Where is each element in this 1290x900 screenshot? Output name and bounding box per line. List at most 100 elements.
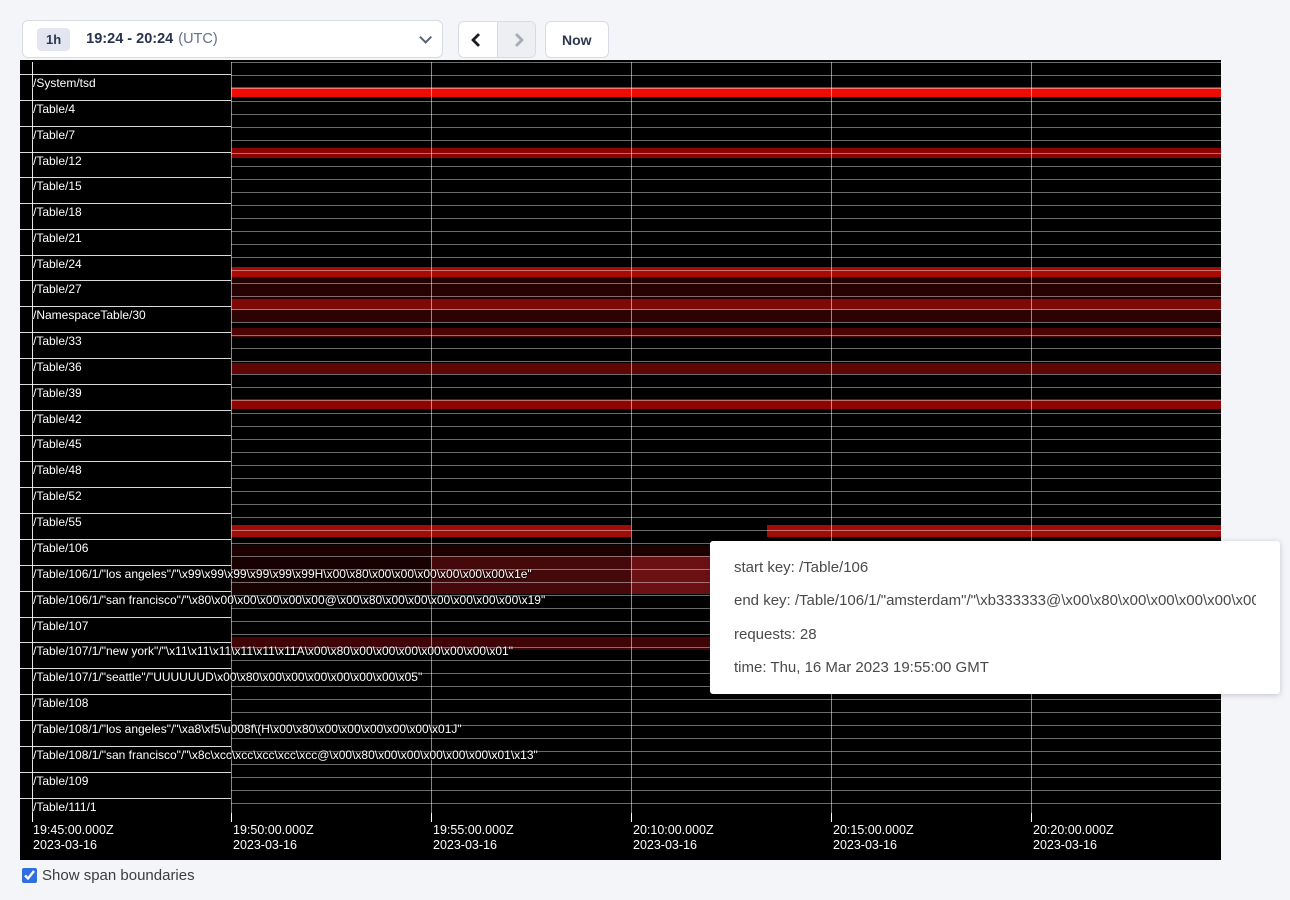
axis-label-time: 20:15:00.000Z <box>833 823 914 838</box>
span-boundary-line <box>20 203 231 204</box>
axis-label-time: 19:45:00.000Z <box>33 823 114 838</box>
row-label: /Table/107 <box>33 620 88 632</box>
axis-label-date: 2023-03-16 <box>633 838 714 853</box>
span-boundary-line <box>231 439 1221 440</box>
span-boundary-line <box>20 152 231 153</box>
span-boundary-line <box>231 322 1221 323</box>
row-label: /Table/106/1/"los angeles"/"\x99\x99\x99… <box>33 568 532 580</box>
row-label: /Table/4 <box>33 103 75 115</box>
span-boundary-line <box>20 746 231 747</box>
row-label: /Table/107/1/"new york"/"\x11\x11\x11\x1… <box>33 645 513 657</box>
span-boundary-line <box>231 192 1221 193</box>
span-boundary-line <box>231 309 1221 310</box>
tooltip-requests: requests: 28 <box>734 626 1256 643</box>
axis-label: 20:15:00.000Z2023-03-16 <box>833 823 914 853</box>
span-boundary-line <box>231 478 1221 479</box>
axis-label: 20:20:00.000Z2023-03-16 <box>1033 823 1114 853</box>
row-label: /Table/108/1/"los angeles"/"\xa8\xf5\u00… <box>33 723 462 735</box>
span-boundary-line <box>20 126 231 127</box>
span-boundary-line <box>231 231 1221 232</box>
span-boundary-line <box>231 400 1221 401</box>
axis-label-date: 2023-03-16 <box>1033 838 1114 853</box>
row-label: /Table/45 <box>33 438 82 450</box>
footer: Show span boundaries <box>22 867 195 884</box>
now-button[interactable]: Now <box>545 21 609 58</box>
span-tooltip: start key: /Table/106 end key: /Table/10… <box>710 541 1280 694</box>
span-boundary-line <box>20 435 231 436</box>
axis-tick <box>831 813 832 822</box>
axis-label: 19:50:00.000Z2023-03-16 <box>233 823 314 853</box>
span-boundary-line <box>231 348 1221 349</box>
axis-label-time: 19:55:00.000Z <box>433 823 514 838</box>
axis-label: 19:45:00.000Z2023-03-16 <box>33 823 114 853</box>
span-boundary-line <box>20 461 231 462</box>
span-boundary-line <box>231 283 1221 284</box>
span-boundary-line <box>231 374 1221 375</box>
span-boundary-line <box>20 177 231 178</box>
span-boundary-line <box>231 62 1221 63</box>
tooltip-time: time: Thu, 16 Mar 2023 19:55:00 GMT <box>734 659 1256 676</box>
tooltip-end-key: end key: /Table/106/1/"amsterdam"/"\xb33… <box>734 592 1256 609</box>
span-boundary-line <box>20 487 231 488</box>
span-boundary-line <box>231 179 1221 180</box>
span-boundary-line <box>231 296 1221 297</box>
span-boundary-line <box>20 255 231 256</box>
range-text: 19:24 - 20:24 <box>86 31 173 47</box>
row-label: /Table/24 <box>33 258 82 270</box>
grid-line-vertical <box>431 62 432 815</box>
axis-label-date: 2023-03-16 <box>833 838 914 853</box>
span-boundary-line <box>231 335 1221 336</box>
span-boundary-line <box>20 668 231 669</box>
span-boundary-line <box>20 694 231 695</box>
span-boundary-line <box>231 491 1221 492</box>
grid-line-vertical <box>631 62 632 815</box>
span-boundary-line <box>231 712 1221 713</box>
next-range-button[interactable] <box>497 22 535 57</box>
span-boundary-line <box>231 361 1221 362</box>
span-boundary-line <box>20 539 231 540</box>
row-label: /Table/106 <box>33 542 88 554</box>
row-label: /Table/48 <box>33 464 82 476</box>
grid-line-vertical <box>231 62 232 815</box>
grid-line-vertical <box>831 62 832 815</box>
heat-band <box>231 310 1221 322</box>
show-span-boundaries-label: Show span boundaries <box>42 867 195 884</box>
heat-band <box>767 525 1221 537</box>
span-boundary-line <box>20 384 231 385</box>
span-boundary-line <box>231 790 1221 791</box>
row-label: /Table/111/1 <box>33 801 97 813</box>
axis-label-date: 2023-03-16 <box>433 838 514 853</box>
chevron-down-icon <box>419 31 432 44</box>
key-visualizer-canvas[interactable]: /System/tsd/Table/4/Table/7/Table/12/Tab… <box>20 60 1221 860</box>
axis-tick <box>431 813 432 822</box>
span-boundary-line <box>231 517 1221 518</box>
span-boundary-line <box>20 720 231 721</box>
axis-label: 19:55:00.000Z2023-03-16 <box>433 823 514 853</box>
span-boundary-line <box>231 465 1221 466</box>
row-label: /Table/106/1/"san francisco"/"\x80\x00\x… <box>33 594 545 606</box>
span-boundary-line <box>231 218 1221 219</box>
row-label: /Table/15 <box>33 180 82 192</box>
span-boundary-line <box>231 530 1221 531</box>
span-boundary-line <box>20 410 231 411</box>
span-boundary-line <box>231 387 1221 388</box>
span-boundary-line <box>231 803 1221 804</box>
prev-range-button[interactable] <box>459 22 497 57</box>
span-boundary-line <box>231 153 1221 154</box>
row-label: /Table/7 <box>33 129 75 141</box>
span-boundary-line <box>231 127 1221 128</box>
span-boundary-line <box>231 257 1221 258</box>
show-span-boundaries-checkbox[interactable] <box>22 868 37 883</box>
span-boundary-line <box>231 140 1221 141</box>
time-range-selector[interactable]: 1h 19:24 - 20:24 (UTC) <box>22 20 443 58</box>
axis-label-time: 19:50:00.000Z <box>233 823 314 838</box>
span-boundary-line <box>20 280 231 281</box>
row-label: /Table/27 <box>33 283 82 295</box>
span-boundary-line <box>20 358 231 359</box>
row-label: /Table/107/1/"seattle"/"UUUUUUD\x00\x80\… <box>33 671 422 683</box>
span-boundary-line <box>20 306 231 307</box>
axis-tick <box>32 813 33 822</box>
axis-tick <box>631 813 632 822</box>
heat-band <box>231 267 1221 277</box>
span-boundary-line <box>231 101 1221 102</box>
